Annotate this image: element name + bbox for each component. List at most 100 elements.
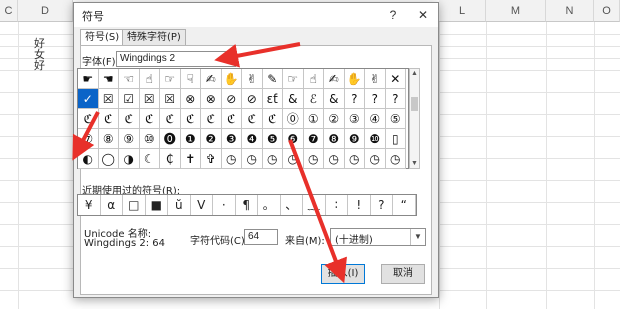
- symbol-cell[interactable]: ◷: [283, 149, 304, 169]
- symbol-cell[interactable]: ①: [303, 109, 324, 129]
- symbol-cell[interactable]: ◐: [78, 149, 99, 169]
- symbol-cell[interactable]: ✍: [324, 69, 345, 89]
- symbol-cell[interactable]: ◷: [221, 149, 242, 169]
- insert-button[interactable]: 插入(I): [321, 264, 365, 284]
- symbol-cell[interactable]: ❻: [283, 129, 304, 149]
- recent-symbol-cell[interactable]: ·: [213, 195, 236, 215]
- symbol-cell[interactable]: ℭ: [242, 109, 263, 129]
- symbol-cell[interactable]: ❽: [324, 129, 345, 149]
- help-icon[interactable]: ?: [384, 6, 402, 24]
- symbol-cell[interactable]: ✌: [365, 69, 386, 89]
- symbol-cell[interactable]: ☾: [139, 149, 160, 169]
- column-header-l[interactable]: L: [439, 0, 486, 22]
- symbol-cell[interactable]: ③: [344, 109, 365, 129]
- symbol-cell[interactable]: ☒: [139, 89, 160, 109]
- symbol-cell[interactable]: ⑤: [385, 109, 406, 129]
- symbol-cell[interactable]: ⊘: [242, 89, 263, 109]
- symbol-cell[interactable]: ⑩: [139, 129, 160, 149]
- symbol-cell[interactable]: ✌: [242, 69, 263, 89]
- recent-symbol-cell[interactable]: ﹏: [303, 195, 326, 215]
- column-header-m[interactable]: M: [486, 0, 546, 22]
- symbol-cell[interactable]: ☟: [180, 69, 201, 89]
- symbol-cell[interactable]: ☜: [119, 69, 140, 89]
- column-header-c[interactable]: C: [0, 0, 18, 22]
- symbol-grid-scrollbar[interactable]: ▲ ▼: [409, 68, 420, 169]
- recent-symbol-cell[interactable]: 。: [258, 195, 281, 215]
- symbol-cell[interactable]: ◷: [303, 149, 324, 169]
- symbol-cell[interactable]: ◷: [262, 149, 283, 169]
- symbol-cell[interactable]: ℭ: [201, 109, 222, 129]
- symbol-cell[interactable]: ✓: [78, 89, 99, 109]
- scroll-up-icon[interactable]: ▲: [410, 69, 419, 78]
- symbol-cell[interactable]: ❶: [180, 129, 201, 149]
- scroll-thumb[interactable]: [411, 97, 418, 111]
- column-header-d[interactable]: D: [18, 0, 73, 22]
- symbol-cell[interactable]: ℭ: [139, 109, 160, 129]
- dialog-titlebar[interactable]: 符号 ? ✕: [74, 3, 438, 27]
- recent-symbol-cell[interactable]: ¶: [236, 195, 258, 215]
- symbol-cell[interactable]: &: [283, 89, 304, 109]
- symbol-cell[interactable]: ?: [385, 89, 406, 109]
- symbol-cell[interactable]: ⑦: [78, 129, 99, 149]
- symbol-cell[interactable]: ⑧: [98, 129, 119, 149]
- symbol-cell[interactable]: ❺: [262, 129, 283, 149]
- symbol-cell[interactable]: ☞: [283, 69, 304, 89]
- recent-symbol-cell[interactable]: “: [393, 195, 416, 215]
- symbol-cell[interactable]: ℭ: [78, 109, 99, 129]
- symbol-cell[interactable]: ❾: [344, 129, 365, 149]
- recent-symbol-cell[interactable]: !: [348, 195, 371, 215]
- symbol-cell[interactable]: ⊘: [221, 89, 242, 109]
- cancel-button[interactable]: 取消: [381, 264, 425, 284]
- symbol-cell[interactable]: ℭ: [160, 109, 181, 129]
- recent-symbol-cell[interactable]: ?: [371, 195, 393, 215]
- symbol-cell[interactable]: ✝: [180, 149, 201, 169]
- tab-symbols[interactable]: 符号(S): [80, 29, 125, 46]
- symbol-cell[interactable]: ✎: [262, 69, 283, 89]
- symbol-cell[interactable]: ◑: [119, 149, 140, 169]
- symbol-cell[interactable]: ⓿: [160, 129, 181, 149]
- symbol-cell[interactable]: &: [324, 89, 345, 109]
- symbol-cell[interactable]: ②: [324, 109, 345, 129]
- symbol-cell[interactable]: ◷: [242, 149, 263, 169]
- char-code-field[interactable]: 64: [244, 229, 278, 245]
- cell-text[interactable]: 好: [34, 57, 45, 73]
- symbol-cell[interactable]: ✕: [385, 69, 406, 89]
- scroll-down-icon[interactable]: ▼: [410, 159, 419, 168]
- symbol-cell[interactable]: ₵: [160, 149, 181, 169]
- tab-special-characters[interactable]: 特殊字符(P): [122, 29, 186, 46]
- symbol-cell[interactable]: ✍: [201, 69, 222, 89]
- symbol-cell[interactable]: ℰ: [303, 89, 324, 109]
- recent-symbol-cell[interactable]: ¥: [78, 195, 101, 215]
- symbol-cell[interactable]: ☑: [119, 89, 140, 109]
- symbol-cell[interactable]: ✋: [221, 69, 242, 89]
- recent-symbol-cell[interactable]: α: [101, 195, 123, 215]
- chevron-down-icon[interactable]: ▼: [410, 229, 425, 245]
- symbol-cell[interactable]: ?: [365, 89, 386, 109]
- symbol-cell[interactable]: ⊗: [201, 89, 222, 109]
- column-header-o[interactable]: O: [594, 0, 620, 22]
- symbol-cell[interactable]: ℭ: [262, 109, 283, 129]
- symbol-cell[interactable]: ☞: [160, 69, 181, 89]
- symbol-cell[interactable]: ▯: [385, 129, 406, 149]
- from-dropdown[interactable]: (十进制) ▼: [330, 228, 426, 246]
- symbol-cell[interactable]: ☚: [98, 69, 119, 89]
- recent-symbol-cell[interactable]: □: [123, 195, 146, 215]
- symbol-cell[interactable]: ◷: [365, 149, 386, 169]
- symbol-cell[interactable]: ?: [344, 89, 365, 109]
- symbol-cell[interactable]: ɛƭ: [262, 89, 283, 109]
- symbol-cell[interactable]: ✋: [344, 69, 365, 89]
- symbol-cell[interactable]: ℭ: [98, 109, 119, 129]
- symbol-cell[interactable]: ◯: [98, 149, 119, 169]
- symbol-cell[interactable]: ☝: [303, 69, 324, 89]
- symbol-cell[interactable]: ❼: [303, 129, 324, 149]
- symbol-cell[interactable]: ℭ: [221, 109, 242, 129]
- recent-symbol-cell[interactable]: ŭ: [168, 195, 191, 215]
- symbol-cell[interactable]: ◷: [324, 149, 345, 169]
- symbol-cell[interactable]: ⓪: [283, 109, 304, 129]
- column-header-n[interactable]: N: [546, 0, 594, 22]
- symbol-cell[interactable]: ☒: [160, 89, 181, 109]
- symbol-cell[interactable]: ④: [365, 109, 386, 129]
- symbol-cell[interactable]: ℭ: [180, 109, 201, 129]
- recent-symbol-cell[interactable]: V: [191, 195, 213, 215]
- symbol-cell[interactable]: ☝: [139, 69, 160, 89]
